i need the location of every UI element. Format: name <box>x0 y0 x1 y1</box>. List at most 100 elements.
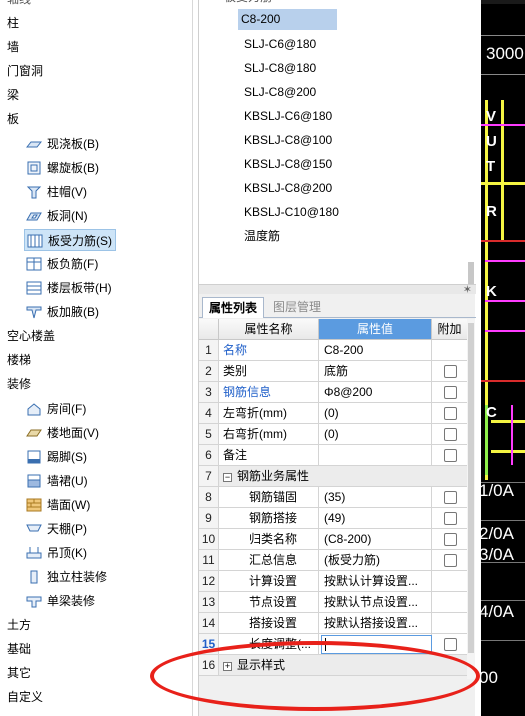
property-row[interactable]: 13 节点设置 按默认节点设置... <box>199 592 476 613</box>
tree-item-stairs[interactable]: 楼梯 <box>7 349 31 371</box>
property-row[interactable]: 5 右弯折(mm) (0) <box>199 424 476 445</box>
tab-layer-management[interactable]: 图层管理 <box>267 297 327 318</box>
tree-item-slab-rebar[interactable]: 板受力筋(S) <box>24 229 116 251</box>
property-name: 钢筋搭接 <box>219 508 319 529</box>
extra-checkbox[interactable] <box>444 386 457 399</box>
list-item[interactable]: SLJ-C8@200 <box>241 82 319 103</box>
tree-item-hollow-floor[interactable]: 空心楼盖 <box>7 325 55 347</box>
drawing-canvas[interactable]: 3000 V U T R K C 1/0A 2/0A 3/0A 4/0A 00 <box>481 0 525 716</box>
tree-item-dado[interactable]: 墙裙(U) <box>26 470 88 492</box>
panel-splitter[interactable]: ✶ <box>199 283 476 296</box>
tree-item-suspended-ceiling[interactable]: 吊顶(K) <box>26 542 87 564</box>
property-value[interactable]: C8-200 <box>319 340 432 361</box>
list-item[interactable]: SLJ-C6@180 <box>241 34 319 55</box>
property-value[interactable]: 按默认搭接设置... <box>319 613 432 634</box>
tree-item-column-cap[interactable]: 柱帽(V) <box>26 181 87 203</box>
scrollbar-thumb[interactable] <box>468 323 474 653</box>
pin-icon[interactable]: ✶ <box>463 283 472 296</box>
tree-item-floor[interactable]: 楼地面(V) <box>26 422 99 444</box>
tree-item-spiral-slab[interactable]: 螺旋板(B) <box>26 157 99 179</box>
tree-item-column[interactable]: 柱 <box>7 12 19 34</box>
tree-item-other[interactable]: 其它 <box>7 662 31 684</box>
property-row[interactable]: 12 计算设置 按默认计算设置... <box>199 571 476 592</box>
property-name: 钢筋信息 <box>219 382 319 403</box>
property-row[interactable]: 6 备注 <box>199 445 476 466</box>
property-extra-cell <box>432 403 468 424</box>
tree-item-negative-rebar[interactable]: 板负筋(F) <box>26 253 98 275</box>
list-item[interactable]: KBSLJ-C6@180 <box>241 106 335 127</box>
property-value[interactable]: Φ8@200 <box>319 382 432 403</box>
property-name-text: 归类名称 <box>249 532 298 546</box>
property-row[interactable]: 8 钢筋锚固 (35) <box>199 487 476 508</box>
collapse-icon[interactable]: − <box>223 473 232 482</box>
tree-item-label: 空心楼盖 <box>7 329 56 343</box>
property-value[interactable]: 底筋 <box>319 361 432 382</box>
tree-item-floor-strip[interactable]: 楼层板带(H) <box>26 277 112 299</box>
tree-item-beam[interactable]: 梁 <box>7 84 19 106</box>
tree-item-ceiling[interactable]: 天棚(P) <box>26 518 87 540</box>
property-row[interactable]: 2 类别 底筋 <box>199 361 476 382</box>
extra-checkbox[interactable] <box>444 449 457 462</box>
property-row[interactable]: 1 名称 C8-200 <box>199 340 476 361</box>
property-row[interactable]: 11 汇总信息 (板受力筋) <box>199 550 476 571</box>
property-value[interactable]: 按默认节点设置... <box>319 592 432 613</box>
tree-item-skirting[interactable]: 踢脚(S) <box>26 446 87 468</box>
list-item[interactable]: SLJ-C8@180 <box>241 58 319 79</box>
property-row[interactable]: 4 左弯折(mm) (0) <box>199 403 476 424</box>
tree-item-room[interactable]: 房间(F) <box>26 398 86 420</box>
list-item[interactable]: 温度筋 <box>241 226 283 247</box>
tree-item-foundation[interactable]: 基础 <box>7 638 31 660</box>
property-group-row[interactable]: 7− 钢筋业务属性 <box>199 466 476 487</box>
list-group-header[interactable]: 板受力筋 <box>221 0 275 8</box>
property-value[interactable]: (0) <box>319 424 432 445</box>
tree-item-door-window[interactable]: 门窗洞 <box>7 60 43 82</box>
grid-scrollbar[interactable] <box>467 319 475 679</box>
extra-checkbox[interactable] <box>444 428 457 441</box>
list-item[interactable]: KBSLJ-C10@180 <box>241 202 342 223</box>
tree-item-label: 天棚(P) <box>47 522 87 536</box>
tree-item-decoration[interactable]: 装修 <box>7 373 31 395</box>
property-value[interactable]: 按默认计算设置... <box>319 571 432 592</box>
property-value[interactable]: (板受力筋) <box>319 550 432 571</box>
property-value[interactable] <box>319 445 432 466</box>
tree-item-slab-hole[interactable]: 板洞(N) <box>26 205 88 227</box>
extra-checkbox[interactable] <box>444 533 457 546</box>
tree-item-label: 房间(F) <box>47 402 87 416</box>
property-value[interactable]: (49) <box>319 508 432 529</box>
tree-item-column-decoration[interactable]: 独立柱装修 <box>26 566 107 588</box>
extra-checkbox[interactable] <box>444 407 457 420</box>
tree-item-custom[interactable]: 自定义 <box>7 686 43 708</box>
tree-item-wall-face[interactable]: 墙面(W) <box>26 494 90 516</box>
tree-item-earthwork[interactable]: 土方 <box>7 614 31 636</box>
tree-item-slab-haunch[interactable]: 板加腋(B) <box>26 301 99 323</box>
room-icon <box>27 403 41 416</box>
property-row[interactable]: 3 钢筋信息 Φ8@200 <box>199 382 476 403</box>
row-number: 8 <box>199 487 219 508</box>
list-item[interactable]: KBSLJ-C8@200 <box>241 178 335 199</box>
property-value[interactable]: (C8-200) <box>319 529 432 550</box>
extra-checkbox[interactable] <box>444 512 457 525</box>
list-item[interactable]: KBSLJ-C8@150 <box>241 154 335 175</box>
property-value[interactable]: (35) <box>319 487 432 508</box>
tree-item-beam-decoration[interactable]: 单梁装修 <box>26 590 95 612</box>
list-scrollbar[interactable] <box>468 0 474 296</box>
extra-checkbox[interactable] <box>444 638 457 651</box>
axis-label: U <box>486 133 497 150</box>
list-item[interactable]: KBSLJ-C8@100 <box>241 130 335 151</box>
property-extra-cell <box>432 466 468 487</box>
property-value[interactable]: (0) <box>319 403 432 424</box>
tree-item-label: 螺旋板(B) <box>47 161 99 175</box>
extra-checkbox[interactable] <box>444 491 457 504</box>
extra-checkbox[interactable] <box>444 554 457 567</box>
tree-item-slab[interactable]: 板 <box>7 108 19 130</box>
property-name-text: 左弯折(mm) <box>223 406 287 420</box>
tree-item-wall[interactable]: 墙 <box>7 36 19 58</box>
property-row[interactable]: 10 归类名称 (C8-200) <box>199 529 476 550</box>
tab-property-list[interactable]: 属性列表 <box>202 297 265 318</box>
property-row[interactable]: 14 搭接设置 按默认搭接设置... <box>199 613 476 634</box>
extra-checkbox[interactable] <box>444 365 457 378</box>
tree-item-cast-slab[interactable]: 现浇板(B) <box>26 133 99 155</box>
property-row[interactable]: 9 钢筋搭接 (49) <box>199 508 476 529</box>
list-item-selected[interactable]: C8-200 <box>238 9 337 30</box>
tree-item-axis-cut[interactable]: 轴线 <box>7 0 31 10</box>
